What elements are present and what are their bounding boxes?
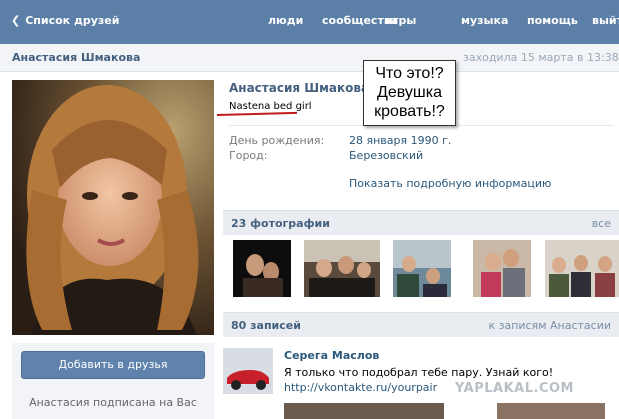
profile-header-bar: Анастасия Шмакова заходила 15 марта в 13… [0, 44, 619, 72]
city-label: Город: [229, 149, 268, 162]
top-navigation-bar: ❮ Список друзей люди сообщества игры муз… [0, 0, 619, 44]
watermark: YAPLAKAL.COM [455, 381, 574, 396]
header-name: Анастасия Шмакова [12, 51, 141, 64]
post-link[interactable]: http://vkontakte.ru/yourpair [284, 381, 437, 394]
city-value[interactable]: Березовский [349, 149, 423, 162]
chevron-left-icon: ❮ [11, 14, 21, 27]
last-seen-text: заходила 15 марта в 13:38 [463, 51, 619, 64]
wall-to-posts-link[interactable]: к записям Анастасии [488, 319, 611, 332]
post-image[interactable] [497, 403, 605, 419]
photo-thumbnail[interactable] [233, 240, 291, 297]
profile-photo[interactable] [12, 80, 214, 335]
show-more-info-link[interactable]: Показать подробную информацию [349, 177, 551, 190]
photo-thumbnail[interactable] [393, 240, 451, 297]
photos-title[interactable]: 23 фотографии [231, 217, 330, 230]
wall-title[interactable]: 80 записей [231, 319, 301, 332]
profile-name: Анастасия Шмакова [229, 81, 370, 95]
nav-logout[interactable]: выйти [592, 14, 619, 27]
nav-games[interactable]: игры [385, 14, 416, 27]
post-author-name[interactable]: Серега Маслов [284, 349, 379, 362]
photos-all-link[interactable]: все [592, 217, 611, 230]
bubble-line-2: Девушка [377, 84, 442, 101]
photo-thumbnail[interactable] [473, 240, 531, 297]
photo-thumbnail[interactable] [304, 240, 380, 297]
back-to-friends-link[interactable]: ❮ Список друзей [11, 14, 119, 27]
birthday-label: День рождения: [229, 134, 325, 147]
post-text: Я только что подобрал тебе пару. Узнай к… [284, 366, 554, 379]
photo-thumbnail[interactable] [545, 240, 619, 297]
bubble-line-1: Что это!? [375, 65, 444, 82]
bubble-line-3: кровать!? [374, 103, 445, 120]
wall-section-header: 80 записей к записям Анастасии [223, 312, 619, 337]
birthday-value[interactable]: 28 января 1990 г. [349, 134, 451, 147]
red-underline-annotation [216, 111, 297, 116]
back-label: Список друзей [25, 14, 120, 27]
photos-section-header: 23 фотографии все [223, 210, 619, 235]
subscribed-note: Анастасия подписана на Вас [29, 396, 197, 409]
post-author-avatar[interactable] [223, 348, 273, 394]
profile-actions-panel: Добавить в друзья Анастасия подписана на… [12, 343, 214, 419]
post-image[interactable] [284, 403, 444, 419]
nav-help[interactable]: помощь [527, 14, 578, 27]
speech-bubble-annotation: Что это!? Девушка кровать!? [363, 60, 456, 126]
add-friend-button[interactable]: Добавить в друзья [21, 351, 205, 379]
nav-music[interactable]: музыка [461, 14, 508, 27]
profile-status: Nastena bed girl [229, 101, 312, 112]
nav-people[interactable]: люди [268, 14, 303, 27]
